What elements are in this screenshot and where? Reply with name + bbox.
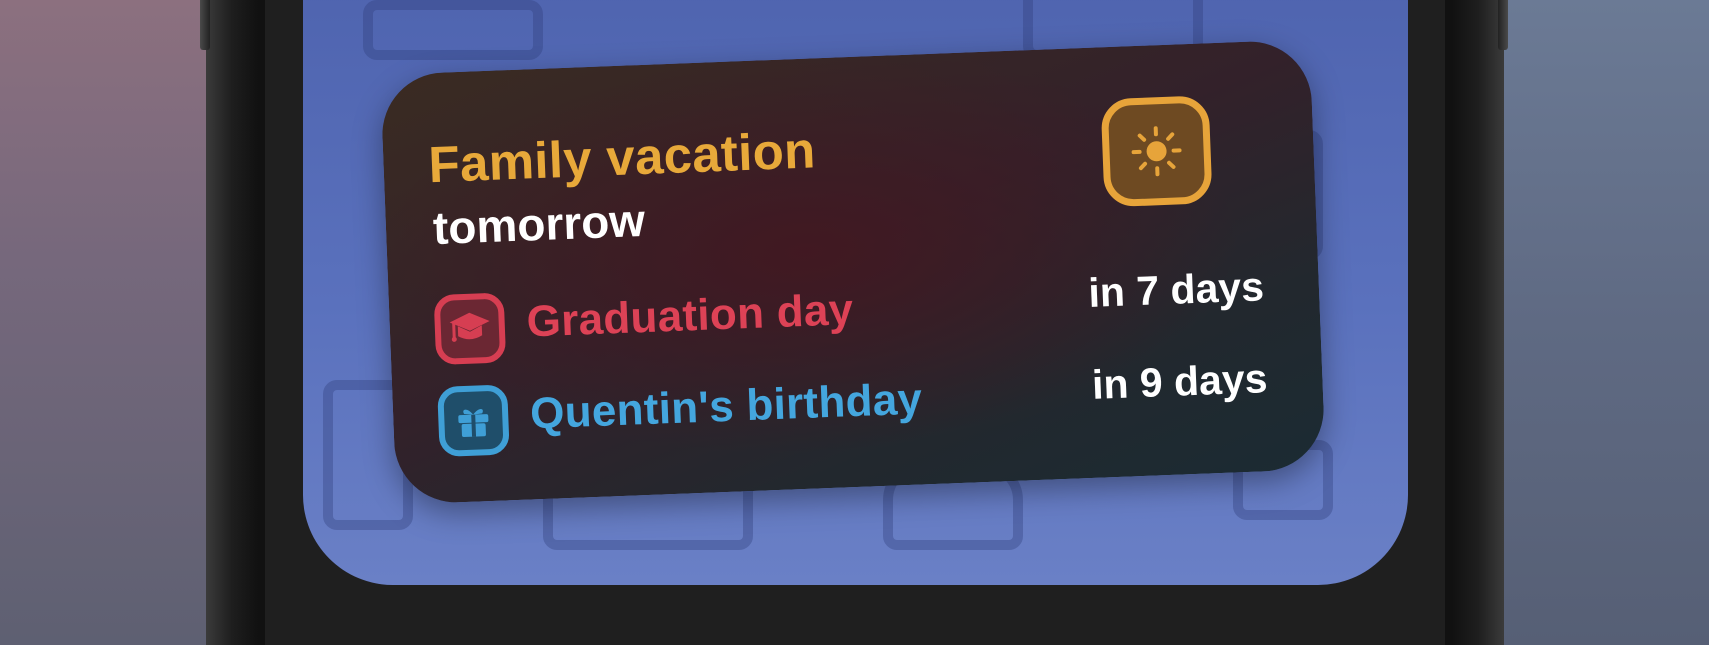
wallpaper-pattern-shape xyxy=(363,0,543,60)
phone-screen: Family vacation tomorrow Graduation day … xyxy=(265,0,1445,645)
widget-subtitle: tomorrow xyxy=(432,193,646,255)
gift-icon xyxy=(437,384,510,457)
widget-title: Family vacation xyxy=(427,121,817,194)
background-left xyxy=(0,0,210,645)
sun-icon xyxy=(1100,95,1213,208)
event-countdown: in 7 days xyxy=(1087,263,1265,316)
event-countdown: in 9 days xyxy=(1091,355,1269,408)
background-right xyxy=(1499,0,1709,645)
event-label: Graduation day xyxy=(525,285,855,347)
event-label: Quentin's birthday xyxy=(529,374,924,439)
event-row[interactable]: Graduation day in 7 days xyxy=(433,263,1266,375)
countdown-widget[interactable]: Family vacation tomorrow Graduation day … xyxy=(380,39,1326,505)
phone-side-button-left xyxy=(200,0,210,50)
event-row[interactable]: Quentin's birthday in 9 days xyxy=(437,355,1269,467)
graduation-cap-icon xyxy=(433,292,507,366)
phone-side-button-right xyxy=(1498,0,1508,50)
